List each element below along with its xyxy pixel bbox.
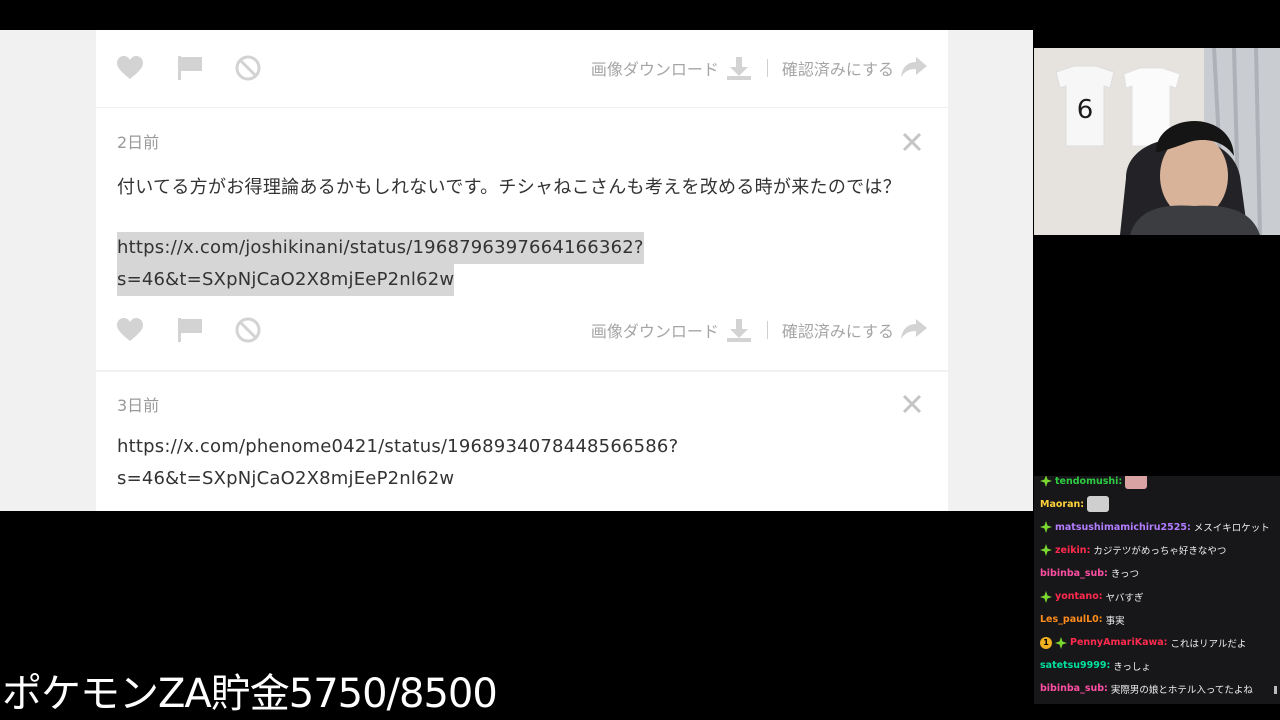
card-actions: 画像ダウンロード 確認済みにする bbox=[96, 49, 948, 85]
mark-confirmed-button[interactable]: 確認済みにする bbox=[782, 318, 894, 342]
post-age: 3日前 bbox=[117, 396, 160, 415]
post-link-line: https://x.com/phenome0421/status/1968934… bbox=[117, 436, 679, 457]
feed-card: 3日前 https://x.com/phenome0421/status/196… bbox=[96, 372, 948, 511]
browser-viewport: 画像ダウンロード 確認済みにする 2日前 付いてる方がお得理論あるかもしれないで… bbox=[0, 30, 1033, 511]
chat-username[interactable]: tendomushi: bbox=[1055, 476, 1122, 487]
share-arrow-icon[interactable] bbox=[900, 317, 928, 343]
chat-username[interactable]: Les_paulL0: bbox=[1040, 614, 1103, 625]
feed-card: 2日前 付いてる方がお得理論あるかもしれないです。チシャねこさんも考えを改める時… bbox=[96, 108, 948, 370]
savings-goal-overlay: ポケモンZA貯金5750/8500 bbox=[2, 671, 498, 717]
flag-icon[interactable] bbox=[176, 55, 204, 81]
sparkle-badge-icon bbox=[1055, 636, 1067, 649]
svg-text:6: 6 bbox=[1077, 95, 1094, 125]
chat-message: bibinba_sub: 実際男の娘とホテル入ってたよね bbox=[1040, 681, 1272, 697]
chat-message: bibinba_sub: きっつ bbox=[1040, 565, 1272, 581]
chat-message: Les_paulL0: 事実 bbox=[1040, 612, 1272, 628]
sparkle-badge-icon bbox=[1040, 476, 1052, 487]
image-download-button[interactable]: 画像ダウンロード bbox=[591, 318, 719, 342]
close-icon[interactable] bbox=[902, 132, 922, 152]
chat-username[interactable]: matsushimamichiru2525: bbox=[1055, 522, 1191, 533]
chat-text: 事実 bbox=[1105, 615, 1125, 627]
post-message: 付いてる方がお得理論あるかもしれないです。チシャねこさんも考えを改める時が来たの… bbox=[117, 177, 902, 198]
block-icon[interactable] bbox=[234, 55, 262, 81]
feed-card-previous: 画像ダウンロード 確認済みにする bbox=[96, 30, 948, 107]
divider bbox=[766, 59, 768, 77]
chat-text: きっしょ bbox=[1113, 661, 1151, 673]
sparkle-badge-icon bbox=[1040, 590, 1052, 603]
chat-username[interactable]: bibinba_sub: bbox=[1040, 568, 1108, 579]
post-link[interactable]: https://x.com/phenome0421/status/1968934… bbox=[117, 431, 678, 495]
chat-username[interactable]: bibinba_sub: bbox=[1040, 683, 1108, 694]
post-link-line: s=46&t=SXpNjCaO2X8mjEeP2nl62w bbox=[117, 264, 455, 296]
share-arrow-icon[interactable] bbox=[900, 55, 928, 81]
chat-message: tendomushi: bbox=[1040, 476, 1272, 489]
chat-text: これはリアルだよ bbox=[1170, 638, 1247, 650]
heart-icon[interactable] bbox=[116, 55, 144, 81]
download-icon[interactable] bbox=[725, 317, 753, 343]
download-icon[interactable] bbox=[725, 55, 753, 81]
chat-message: satetsu9999: きっしょ bbox=[1040, 658, 1272, 674]
heart-icon[interactable] bbox=[116, 317, 144, 343]
card-actions-right: 画像ダウンロード 確認済みにする bbox=[591, 317, 928, 343]
coin-badge-icon: 1 bbox=[1040, 636, 1052, 649]
chat-message: zeikin: カジテツがめっちゃ好きなやつ bbox=[1040, 542, 1272, 558]
chat-message: matsushimamichiru2525: メスイキロケット bbox=[1040, 519, 1272, 535]
chat-text: メスイキロケット bbox=[1193, 523, 1270, 535]
chat-username[interactable]: PennyAmariKawa: bbox=[1070, 637, 1168, 648]
chat-text: カジテツがめっちゃ好きなやつ bbox=[1093, 546, 1227, 558]
webcam-image: 6 bbox=[1034, 48, 1280, 235]
card-actions-right: 画像ダウンロード 確認済みにする bbox=[591, 55, 928, 81]
webcam-feed: 6 bbox=[1034, 48, 1280, 235]
chat-message: 1 PennyAmariKawa: これはリアルだよ bbox=[1040, 635, 1272, 651]
block-icon[interactable] bbox=[234, 317, 262, 343]
post-age: 2日前 bbox=[117, 133, 160, 152]
image-download-button[interactable]: 画像ダウンロード bbox=[591, 56, 719, 80]
chat-text: ヤバすぎ bbox=[1105, 592, 1144, 604]
close-icon[interactable] bbox=[902, 394, 922, 414]
post-link-line: s=46&t=SXpNjCaO2X8mjEeP2nl62w bbox=[117, 468, 455, 489]
chat-username[interactable]: Maoran: bbox=[1040, 499, 1084, 510]
emote-icon bbox=[1087, 496, 1110, 513]
card-actions: 画像ダウンロード 確認済みにする bbox=[96, 311, 948, 347]
chat-scrollbar[interactable] bbox=[1274, 686, 1277, 694]
chat-text: 実際男の娘とホテル入ってたよね bbox=[1110, 684, 1253, 696]
emote-icon bbox=[1125, 476, 1148, 489]
chat-username[interactable]: zeikin: bbox=[1055, 545, 1090, 556]
chat-text: きっつ bbox=[1110, 569, 1139, 581]
sparkle-badge-icon bbox=[1040, 544, 1052, 557]
chat-message: Maoran: bbox=[1040, 496, 1272, 513]
chat-username[interactable]: yontano: bbox=[1055, 591, 1103, 602]
mark-confirmed-button[interactable]: 確認済みにする bbox=[782, 56, 894, 80]
chat-message: yontano: ヤバすぎ bbox=[1040, 589, 1272, 605]
sparkle-badge-icon bbox=[1040, 521, 1052, 534]
flag-icon[interactable] bbox=[176, 317, 204, 343]
post-link[interactable]: https://x.com/joshikinani/status/1968796… bbox=[117, 232, 644, 296]
post-link-line: https://x.com/joshikinani/status/1968796… bbox=[117, 232, 644, 264]
divider bbox=[766, 321, 768, 339]
chat-username[interactable]: satetsu9999: bbox=[1040, 660, 1110, 671]
chat-panel: tendomushi: Maoran: matsushimamichiru2525:… bbox=[1034, 476, 1280, 704]
